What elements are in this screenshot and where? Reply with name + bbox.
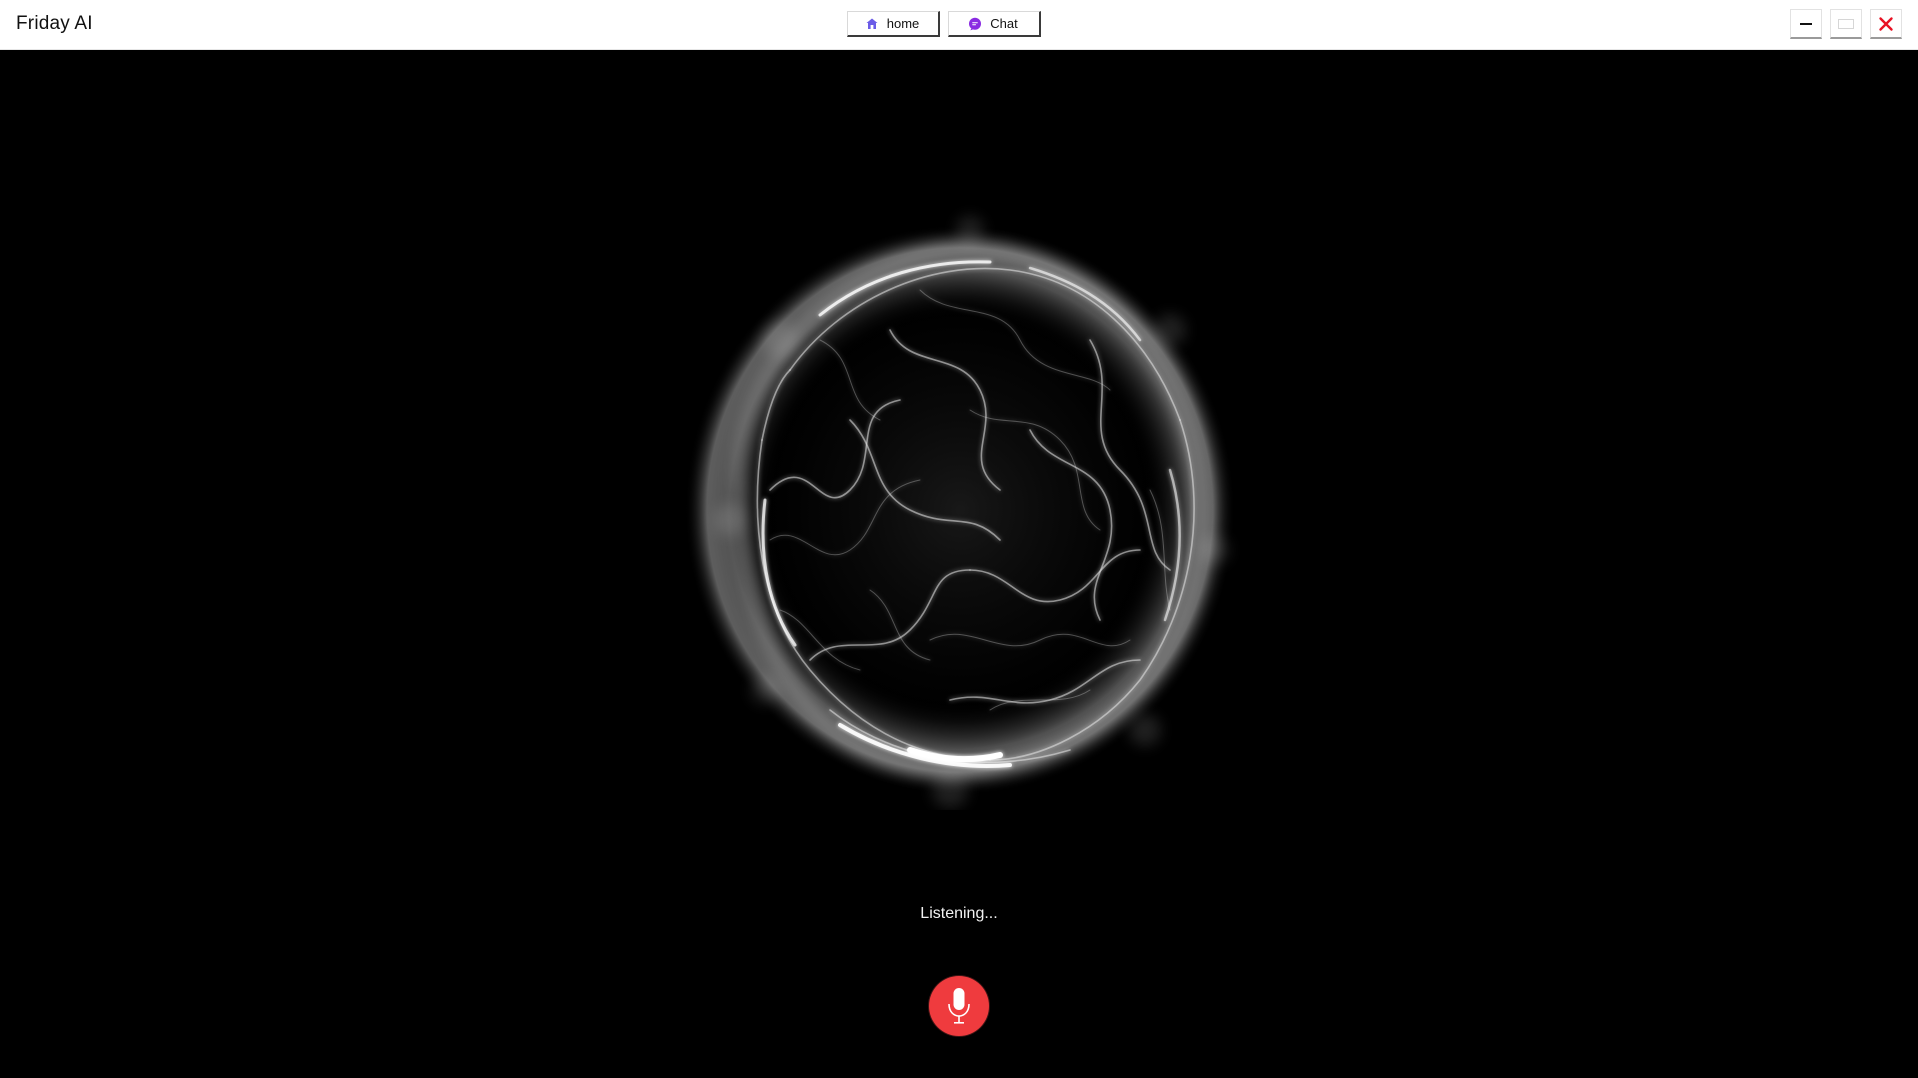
minimize-button[interactable] (1790, 9, 1822, 39)
chat-button-label: Chat (990, 16, 1018, 31)
main-stage: Listening... (0, 50, 1918, 1078)
microphone-button[interactable] (929, 976, 989, 1036)
energy-orb-visualization (685, 216, 1235, 808)
app-window: Friday AI home Chat Listening... (0, 0, 1918, 1078)
close-icon (1879, 16, 1893, 31)
maximize-button[interactable] (1830, 9, 1862, 39)
home-button-label: home (886, 16, 920, 31)
top-navigation: home Chat (847, 11, 1041, 37)
window-controls (1790, 9, 1902, 39)
title-bar: Friday AI home Chat (0, 0, 1918, 50)
chat-icon (968, 17, 982, 31)
close-button[interactable] (1870, 9, 1902, 39)
minimize-icon (1800, 22, 1812, 25)
home-button[interactable]: home (847, 11, 940, 37)
maximize-icon (1838, 18, 1854, 29)
listening-status: Listening... (920, 905, 998, 922)
app-title: Friday AI (16, 13, 93, 34)
chat-button[interactable]: Chat (948, 11, 1041, 37)
home-icon (865, 17, 879, 31)
microphone-icon (948, 988, 970, 1024)
